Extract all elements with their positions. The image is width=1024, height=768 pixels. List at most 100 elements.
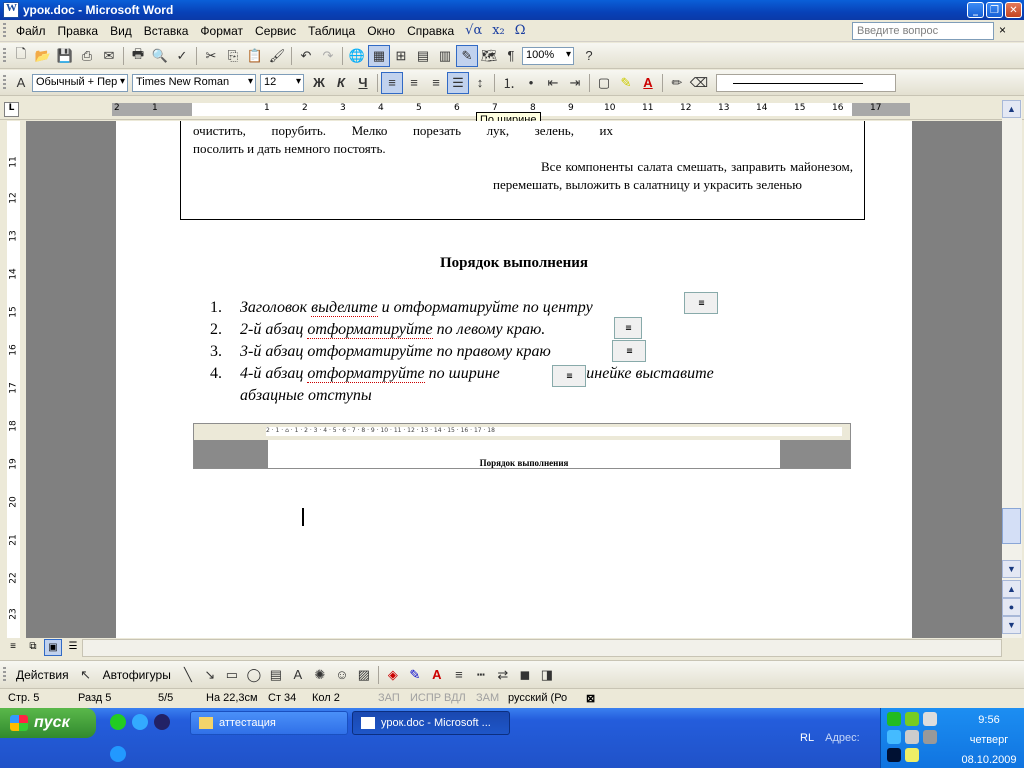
zoom-select[interactable]: 100%: [522, 46, 574, 65]
tray-icon[interactable]: [923, 712, 937, 726]
font-size-select[interactable]: 12: [260, 73, 304, 92]
align-right-icon[interactable]: ≡: [425, 72, 447, 94]
quicklaunch-icon-1[interactable]: [110, 714, 126, 730]
prev-page-button[interactable]: ▲: [1002, 580, 1021, 598]
3d-icon[interactable]: ◨: [536, 664, 558, 686]
align-left-icon[interactable]: ≡: [381, 71, 403, 94]
status-trk[interactable]: ИСПР: [410, 692, 441, 704]
menu-window[interactable]: Окно: [361, 22, 401, 40]
close-button[interactable]: ✕: [1005, 2, 1022, 18]
subscript-icon[interactable]: x₂: [487, 23, 510, 38]
menu-file[interactable]: Файл: [10, 22, 52, 40]
line-style-select[interactable]: [716, 73, 896, 92]
permission-icon[interactable]: ⎙: [76, 45, 98, 67]
shadow-icon[interactable]: ◼: [514, 664, 536, 686]
font-color-icon[interactable]: A: [637, 72, 659, 94]
quicklaunch-icon-2[interactable]: [110, 746, 126, 762]
spelling-status-icon[interactable]: ⊠: [586, 692, 595, 705]
diagram-icon[interactable]: ✺: [309, 664, 331, 686]
cut-icon[interactable]: ✂: [200, 45, 222, 67]
menu-table[interactable]: Таблица: [302, 22, 361, 40]
menu-help[interactable]: Справка: [401, 22, 460, 40]
line-style-icon[interactable]: ≡: [448, 664, 470, 686]
horizontal-scrollbar[interactable]: [82, 639, 1002, 657]
vertical-scrollbar[interactable]: ▲ ▼ ▲ ● ▼: [1002, 100, 1022, 638]
bold-button[interactable]: Ж: [308, 72, 330, 94]
underline-button[interactable]: Ч: [352, 72, 374, 94]
line-color-icon[interactable]: ✎: [404, 664, 426, 686]
quicklaunch-media-icon[interactable]: [154, 714, 170, 730]
tables-borders-icon[interactable]: ▦: [368, 44, 390, 67]
menu-edit[interactable]: Правка: [52, 22, 105, 40]
wordart-icon[interactable]: A: [287, 664, 309, 686]
arrow-style-icon[interactable]: ⇄: [492, 664, 514, 686]
email-icon[interactable]: ✉: [98, 45, 120, 67]
draw-actions-menu[interactable]: Действия: [10, 668, 75, 682]
restore-button[interactable]: ❐: [986, 2, 1003, 18]
eraser-icon[interactable]: ⌫: [688, 72, 710, 94]
document-close-button[interactable]: ×: [999, 23, 1006, 37]
columns-icon[interactable]: ▥: [434, 45, 456, 67]
draw-font-color-icon[interactable]: A: [426, 664, 448, 686]
tray-icon[interactable]: [905, 712, 919, 726]
tray-icon[interactable]: [905, 748, 919, 762]
open-folder-icon[interactable]: 📂: [32, 45, 54, 67]
equation-icon[interactable]: √α: [460, 23, 487, 38]
fill-color-icon[interactable]: ◈: [382, 664, 404, 686]
select-objects-icon[interactable]: ↖: [75, 664, 97, 686]
rectangle-icon[interactable]: ▭: [221, 664, 243, 686]
print-icon[interactable]: 🖶: [127, 45, 149, 67]
taskbar-button-word[interactable]: урок.doc - Microsoft ...: [352, 711, 510, 735]
draw-table-icon[interactable]: ✏: [666, 72, 688, 94]
save-icon[interactable]: 💾: [54, 45, 76, 67]
tray-clock[interactable]: 9:56 четверг 08.10.2009: [953, 712, 1024, 768]
web-view-icon[interactable]: ⧉: [24, 639, 42, 656]
start-button[interactable]: пуск: [0, 708, 96, 738]
font-select[interactable]: Times New Roman: [132, 73, 256, 92]
undo-icon[interactable]: ↶: [295, 45, 317, 67]
new-document-icon[interactable]: 🗋: [10, 45, 32, 67]
paste-icon[interactable]: 📋: [244, 45, 266, 67]
quicklaunch-ie-icon[interactable]: [132, 714, 148, 730]
show-formatting-icon[interactable]: ¶: [500, 45, 522, 67]
menu-format[interactable]: Формат: [194, 22, 249, 40]
status-ovr[interactable]: ЗАМ: [476, 692, 499, 704]
decrease-indent-icon[interactable]: ⇤: [542, 72, 564, 94]
ask-question-input[interactable]: Введите вопрос: [852, 22, 994, 40]
document-area[interactable]: очистить, порубить. Мелко порезать лук, …: [26, 121, 1002, 638]
highlight-icon[interactable]: ✎: [615, 72, 637, 94]
select-browse-object-button[interactable]: ●: [1002, 598, 1021, 616]
redo-icon[interactable]: ↷: [317, 45, 339, 67]
help-icon[interactable]: ?: [578, 45, 600, 67]
align-center-icon[interactable]: ≡: [403, 72, 425, 94]
document-map-icon[interactable]: 🗺: [478, 45, 500, 67]
word-app-icon[interactable]: [3, 2, 19, 18]
drawing-icon[interactable]: ✎: [456, 44, 478, 67]
tab-selector[interactable]: L: [4, 102, 19, 117]
tray-icon[interactable]: [905, 730, 919, 744]
spelling-icon[interactable]: ✓: [171, 45, 193, 67]
next-page-button[interactable]: ▼: [1002, 616, 1021, 634]
italic-button[interactable]: К: [330, 72, 352, 94]
toolbar-grip[interactable]: [3, 22, 6, 39]
tray-icon[interactable]: [887, 748, 901, 762]
bullets-icon[interactable]: •: [520, 72, 542, 94]
picture-icon[interactable]: ▨: [353, 664, 375, 686]
style-select[interactable]: Обычный + Пер: [32, 73, 128, 92]
oval-icon[interactable]: ◯: [243, 664, 265, 686]
toolbar-grip[interactable]: [3, 47, 6, 64]
format-painter-icon[interactable]: 🖌: [266, 45, 288, 67]
dash-style-icon[interactable]: ┅: [470, 664, 492, 686]
scroll-down-button[interactable]: ▼: [1002, 560, 1021, 578]
textbox-icon[interactable]: ▤: [265, 664, 287, 686]
numbering-icon[interactable]: ⒈: [498, 72, 520, 94]
toolbar-grip[interactable]: [3, 666, 6, 683]
address-toolbar[interactable]: RL Адрес:: [800, 732, 860, 744]
document-page[interactable]: очистить, порубить. Мелко порезать лук, …: [116, 121, 912, 638]
clipart-icon[interactable]: ☺: [331, 664, 353, 686]
menu-tools[interactable]: Сервис: [249, 22, 302, 40]
insert-table-icon[interactable]: ⊞: [390, 45, 412, 67]
copy-icon[interactable]: ⎘: [222, 45, 244, 67]
hyperlink-icon[interactable]: 🌐: [346, 45, 368, 67]
print-layout-icon[interactable]: ▣: [44, 639, 62, 656]
